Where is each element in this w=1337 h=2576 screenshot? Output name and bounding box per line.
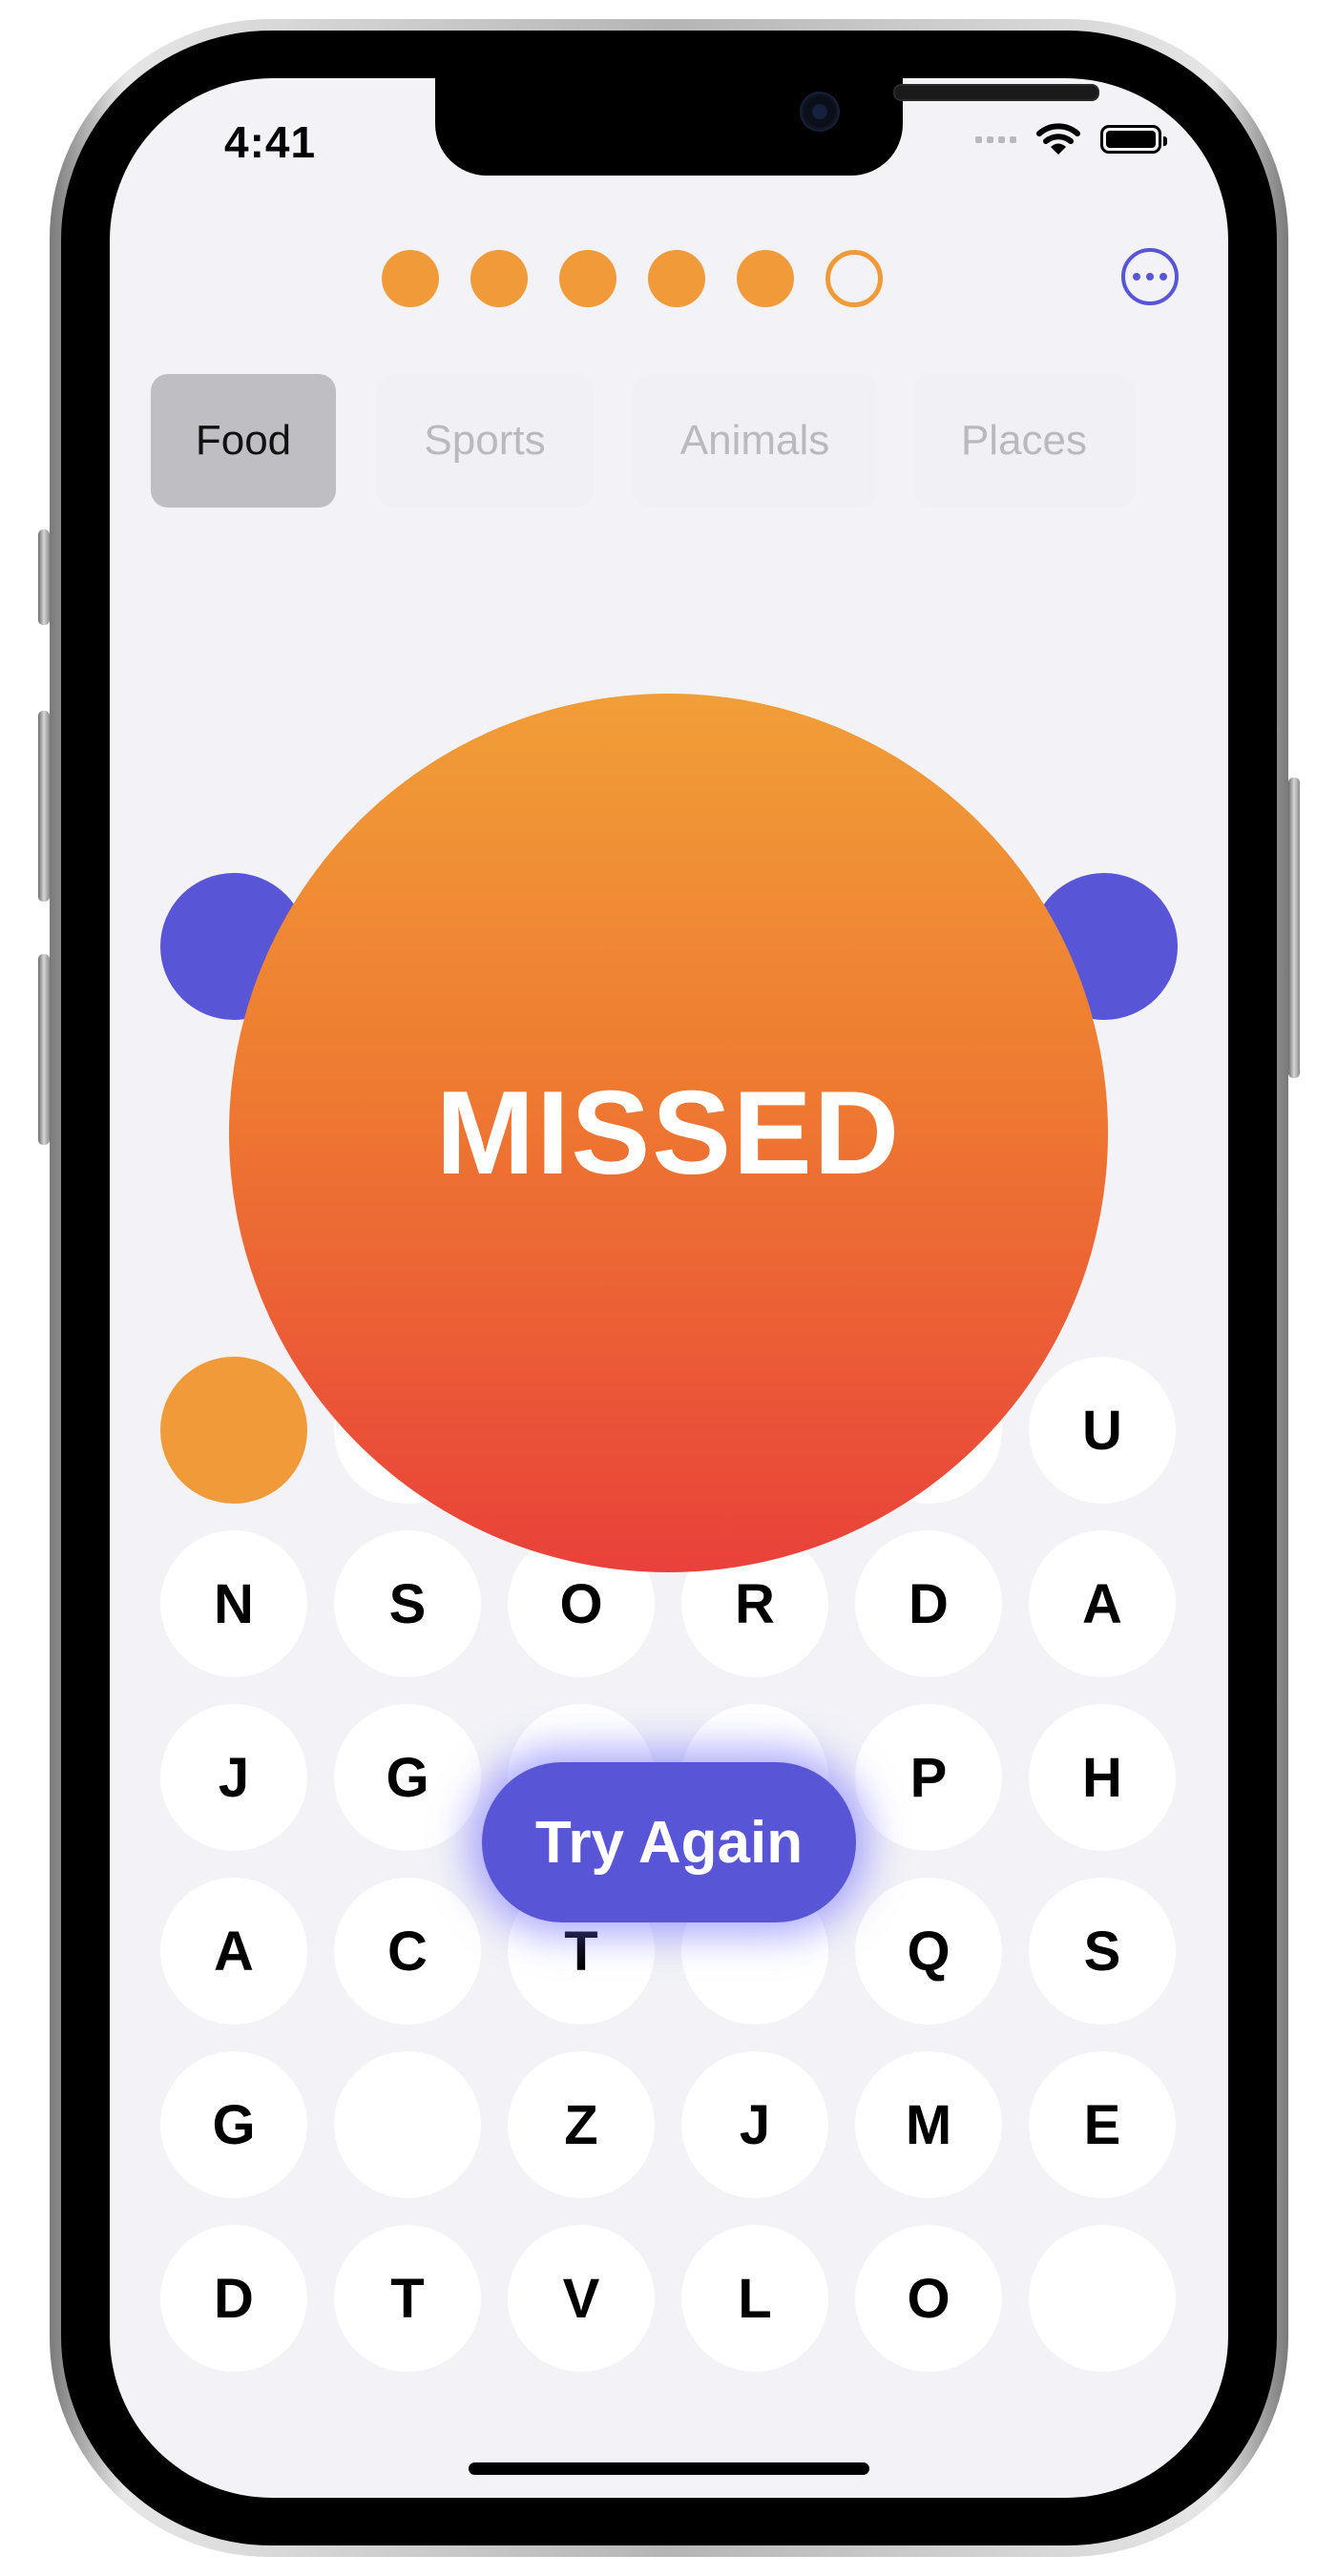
progress-dot [470,250,528,307]
letter-cell[interactable] [334,2051,481,2198]
tab-food[interactable]: Food [151,374,336,508]
progress-dot [559,250,616,307]
letter-cell[interactable]: D [855,1530,1002,1677]
letter-cell[interactable]: M [855,2051,1002,2198]
letter-cell[interactable]: O [855,2225,1002,2372]
side-button [1288,778,1300,1078]
letter-cell[interactable]: A [160,1878,307,2025]
screen: 4:41 Food Sports Animals Places U N S O … [110,78,1228,2498]
letter-cell[interactable]: U [1029,1357,1176,1504]
wifi-icon [1036,123,1080,155]
progress-dot [382,250,439,307]
status-icons [975,122,1167,156]
letter-cell[interactable]: A [1029,1530,1176,1677]
letter-cell[interactable]: V [508,2225,655,2372]
letter-cell[interactable]: T [334,2225,481,2372]
letter-cell[interactable]: G [334,1704,481,1851]
letter-cell[interactable]: D [160,2225,307,2372]
volume-up-button [38,711,50,902]
letter-cell[interactable]: H [1029,1704,1176,1851]
letter-cell[interactable]: E [1029,2051,1176,2198]
letter-cell[interactable] [1029,2225,1176,2372]
missed-result-overlay: MISSED [229,694,1108,1572]
letter-cell[interactable]: S [1029,1878,1176,2025]
tab-sports[interactable]: Sports [377,374,593,508]
home-indicator[interactable] [469,2462,869,2475]
letter-cell[interactable]: J [681,2051,828,2198]
status-time: 4:41 [224,117,317,167]
letter-cell[interactable]: J [160,1704,307,1851]
progress-dot [737,250,794,307]
more-button[interactable] [1121,248,1179,305]
volume-down-button [38,954,50,1145]
letter-cell[interactable]: C [334,1878,481,2025]
tab-places[interactable]: Places [913,374,1135,508]
cellular-signal-icon [975,135,1016,143]
letter-cell[interactable]: G [160,2051,307,2198]
speaker-grille [893,84,1099,101]
battery-icon [1100,125,1167,154]
silent-switch [38,530,50,625]
letter-cell-selected[interactable] [160,1357,307,1504]
letter-cell[interactable]: Q [855,1878,1002,2025]
lives-progress [382,250,883,307]
letter-cell[interactable]: P [855,1704,1002,1851]
notch [435,78,1099,176]
result-text: MISSED [435,1067,902,1199]
tab-animals[interactable]: Animals [633,374,877,508]
letter-cell[interactable]: S [334,1530,481,1677]
progress-dot [648,250,705,307]
front-camera [800,92,840,132]
try-again-button[interactable]: Try Again [482,1762,856,1922]
letter-cell[interactable]: L [681,2225,828,2372]
progress-dot [825,250,883,307]
letter-cell[interactable]: N [160,1530,307,1677]
letter-cell[interactable]: Z [508,2051,655,2198]
ellipsis-circle-icon [1133,273,1140,280]
